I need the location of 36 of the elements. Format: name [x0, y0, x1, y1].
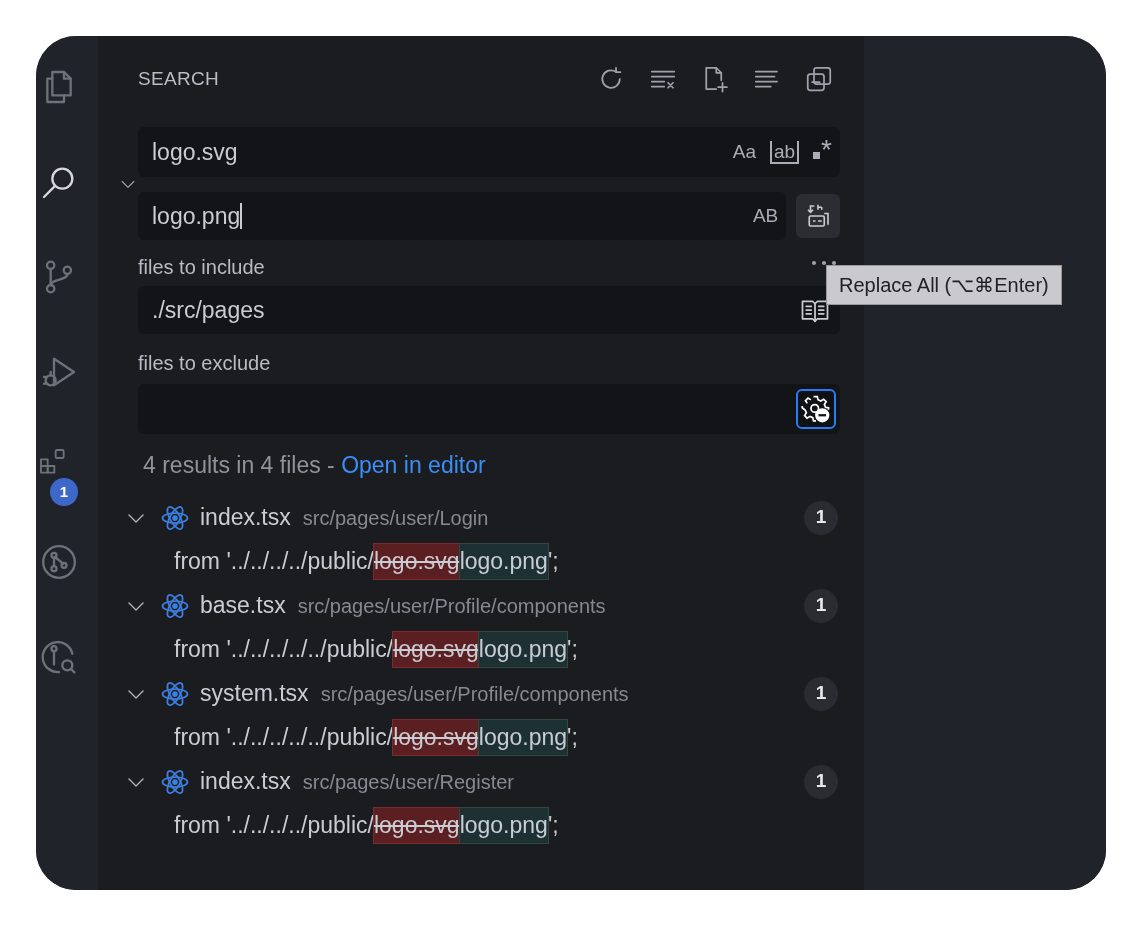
field-label: files to include [138, 255, 265, 280]
option-toggle[interactable]: * [813, 136, 832, 168]
file-name[interactable]: index.tsx [200, 500, 291, 535]
remote-icon[interactable] [39, 542, 79, 582]
file-name[interactable]: base.tsx [200, 588, 286, 623]
file-name[interactable]: system.tsx [200, 676, 309, 711]
match-line[interactable]: from '../../../../public/logo.svglogo.png'; [118, 539, 840, 584]
exclude-field[interactable] [138, 384, 840, 434]
match-count: 1 [804, 588, 838, 623]
match-count: 1 [804, 764, 838, 799]
more-icon[interactable] [810, 258, 838, 267]
gear-icon [801, 394, 831, 424]
panel-title: SEARCH [138, 66, 219, 91]
include-field[interactable]: ./src/pages [138, 286, 840, 334]
option-toggle[interactable]: Aa [732, 137, 756, 167]
file-name[interactable]: index.tsx [200, 764, 291, 799]
search-field[interactable]: logo.svg Aa ab * [138, 127, 840, 177]
replace-all-button[interactable] [796, 194, 840, 238]
match-line[interactable]: from '../../../../../public/logo.svglogo.png'; [118, 627, 840, 672]
file-path: src/pages/user/Register [302, 769, 514, 795]
file-path: src/pages/user/Profile/components [320, 681, 629, 707]
open-in-editor-link[interactable]: Open in editor [341, 452, 486, 478]
field-label: files to exclude [138, 351, 272, 376]
exclude-settings-toggle[interactable] [796, 389, 836, 429]
match-count: 1 [804, 500, 838, 535]
tooltip: Replace All (⌥⌘Enter) [826, 265, 1062, 305]
file-path: src/pages/user/Login [302, 505, 489, 531]
notification-badge: 1 [50, 478, 78, 506]
match-line[interactable]: from '../../../../public/logo.svglogo.png'; [118, 803, 840, 848]
replace-field[interactable]: logo.png AB [138, 192, 787, 240]
file-path: src/pages/user/Profile/components [297, 593, 606, 619]
match-count: 1 [804, 676, 838, 711]
match-line[interactable]: from '../../../../../public/logo.svglogo.png'; [118, 715, 840, 760]
preserve-case-toggle[interactable]: AB [752, 201, 779, 231]
collapse-all-icon[interactable] [804, 64, 834, 94]
results-summary: 4 results in 4 files - Open in editor [143, 451, 487, 480]
